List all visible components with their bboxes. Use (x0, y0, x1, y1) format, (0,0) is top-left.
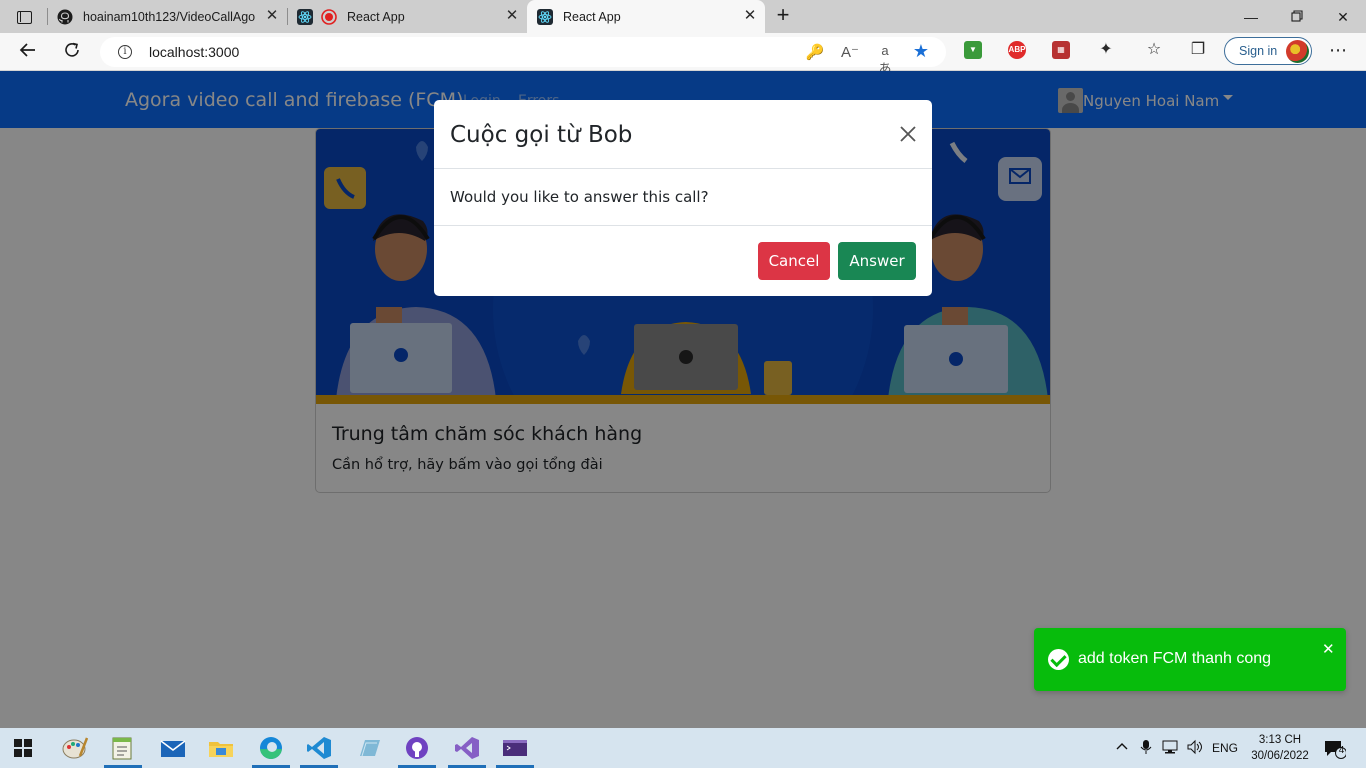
minimize-button[interactable]: — (1242, 8, 1260, 26)
toast-message: add token FCM thanh cong (1078, 650, 1272, 667)
answer-button[interactable]: Answer (838, 242, 916, 280)
profile-avatar (1286, 40, 1309, 63)
tab-close-icon[interactable]: ✕ (265, 8, 279, 23)
close-icon[interactable] (898, 124, 918, 144)
microphone-icon[interactable] (1140, 739, 1152, 758)
visual-studio-icon[interactable] (454, 736, 480, 760)
windows-start-icon[interactable] (14, 739, 34, 757)
tab-title: React App (563, 9, 621, 24)
edge-browser-icon[interactable] (258, 736, 284, 760)
modal-header: Cuộc gọi từ Bob (434, 100, 932, 169)
browser-tab-strip: hoainam10th123/VideoCallAgora ✕ React Ap… (0, 0, 1366, 33)
translate-icon[interactable]: aあ (875, 43, 895, 76)
new-tab-button[interactable]: + (772, 4, 794, 27)
collections-icon[interactable]: ❐ (1188, 40, 1208, 60)
tab-react-app-recording[interactable]: React App ✕ (287, 0, 527, 33)
close-window-button[interactable]: ✕ (1334, 8, 1352, 26)
refresh-button[interactable] (60, 40, 84, 64)
network-icon[interactable] (1162, 739, 1178, 758)
tab-title: hoainam10th123/VideoCallAgora (83, 9, 255, 24)
more-menu-icon[interactable]: ⋯ (1328, 40, 1348, 60)
volume-icon[interactable] (1186, 739, 1204, 758)
back-button[interactable] (16, 40, 40, 64)
incoming-call-modal: Cuộc gọi từ Bob Would you like to answer… (434, 100, 932, 296)
read-aloud-icon[interactable]: A⁻ (840, 43, 860, 61)
success-toast[interactable]: add token FCM thanh cong ✕ (1034, 628, 1346, 691)
clock-time: 3:13 CH (1258, 734, 1302, 746)
windows-taskbar: ENG 3:13 CH 30/06/2022 4 (0, 728, 1366, 768)
react-icon (297, 8, 313, 25)
extension-download-icon[interactable]: ▼ (964, 41, 982, 59)
recording-icon (321, 8, 337, 25)
page-viewport: Agora video call and firebase (FCM) Logi… (0, 71, 1366, 728)
tab-actions-icon (16, 10, 32, 24)
notification-count: 4 (1338, 745, 1345, 756)
terminal-icon[interactable] (502, 736, 528, 760)
adblock-plus-icon[interactable]: ABP (1008, 41, 1026, 59)
sign-in-label: Sign in (1239, 44, 1278, 58)
restore-button[interactable] (1288, 8, 1306, 26)
sticky-app-icon[interactable] (356, 736, 382, 760)
cancel-button[interactable]: Cancel (758, 242, 830, 280)
paint-icon[interactable] (62, 736, 89, 760)
show-hidden-icons-chevron-icon[interactable] (1115, 739, 1129, 756)
sign-in-button[interactable]: Sign in (1224, 37, 1312, 65)
favorites-icon[interactable]: ☆ (1144, 40, 1164, 60)
favorite-star-icon[interactable]: ★ (911, 41, 931, 61)
tab-close-icon[interactable]: ✕ (743, 8, 757, 23)
mail-icon[interactable] (160, 736, 186, 760)
modal-body: Would you like to answer this call? (450, 188, 709, 206)
vscode-icon[interactable] (306, 736, 332, 760)
clock-date: 30/06/2022 (1251, 750, 1309, 762)
notification-center-icon[interactable]: 4 (1324, 739, 1347, 759)
modal-footer: Cancel Answer (434, 225, 932, 296)
input-language[interactable]: ENG (1212, 741, 1238, 755)
github-desktop-icon[interactable] (404, 736, 430, 760)
back-arrow-icon (19, 43, 35, 57)
tab-actions-button[interactable] (10, 7, 38, 27)
system-clock[interactable]: 3:13 CH 30/06/2022 (1248, 732, 1312, 764)
refresh-icon (65, 42, 79, 57)
restore-icon (1291, 10, 1303, 22)
tab-react-app-active[interactable]: React App ✕ (527, 0, 765, 33)
tab-close-icon[interactable]: ✕ (505, 8, 519, 23)
extension-icon[interactable]: ▦ (1052, 41, 1070, 59)
tab-title: React App (347, 9, 405, 24)
tab-github[interactable]: hoainam10th123/VideoCallAgora ✕ (47, 0, 287, 33)
notepad-icon[interactable] (110, 736, 136, 760)
extensions-puzzle-icon[interactable]: ✦ (1096, 40, 1116, 60)
url-text: localhost:3000 (149, 44, 240, 60)
site-info-icon[interactable]: i (118, 45, 132, 59)
github-icon (57, 9, 73, 25)
file-explorer-icon[interactable] (208, 736, 234, 760)
key-icon[interactable]: 🔑 (805, 43, 825, 61)
toast-close-icon[interactable]: ✕ (1322, 640, 1335, 658)
react-icon (537, 8, 553, 25)
check-circle-icon (1048, 649, 1069, 670)
modal-title: Cuộc gọi từ Bob (450, 122, 633, 148)
address-bar[interactable]: i localhost:3000 🔑 A⁻ aあ ★ (100, 37, 946, 76)
